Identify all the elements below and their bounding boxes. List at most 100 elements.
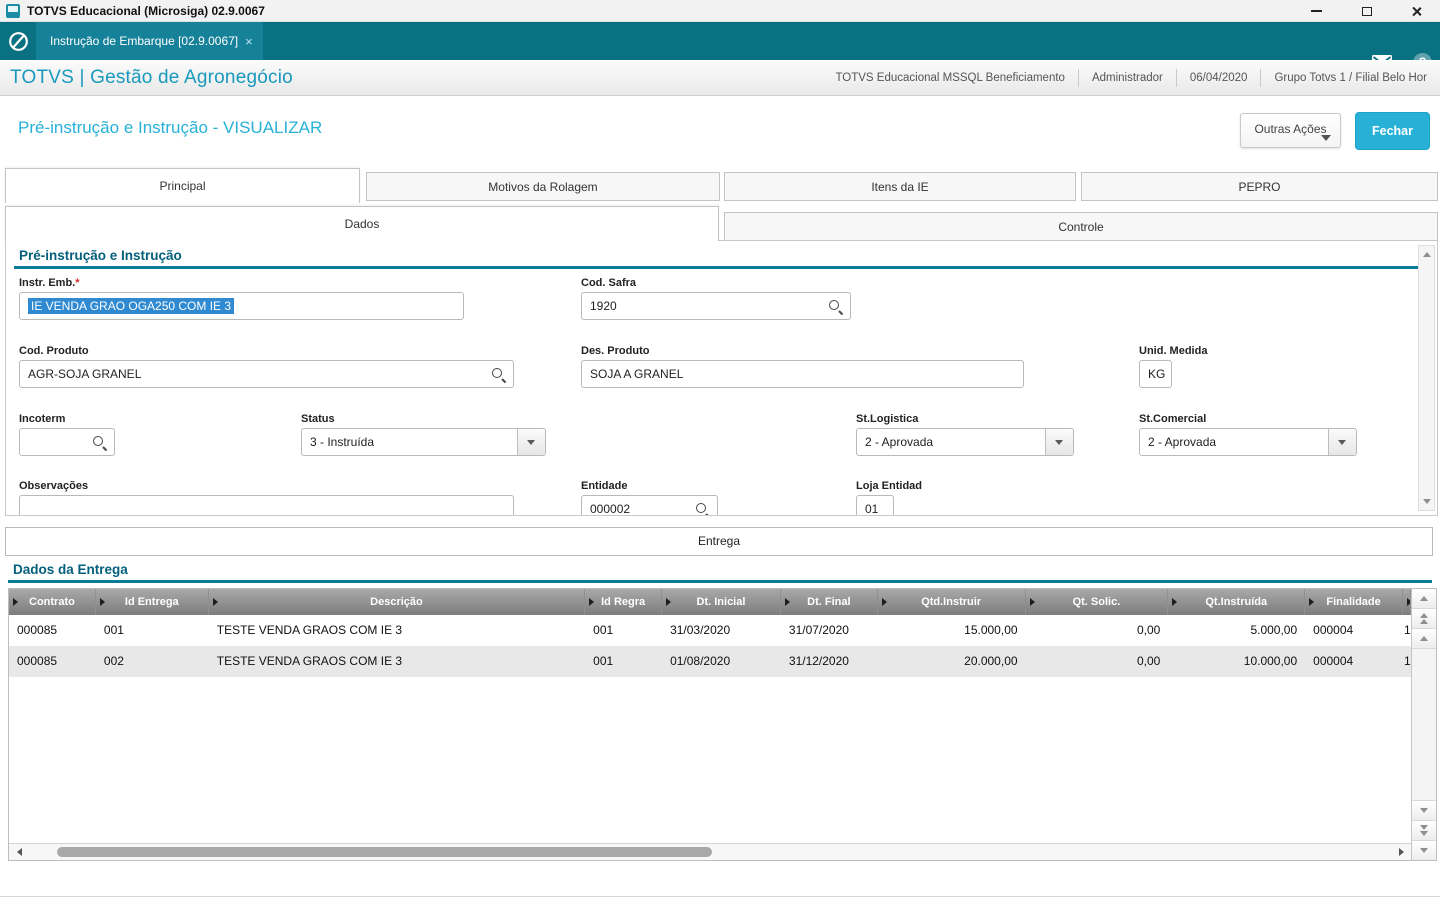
dropdown-arrow-icon[interactable] bbox=[1045, 429, 1073, 455]
search-icon[interactable] bbox=[829, 300, 843, 314]
selected-text: IE VENDA GRAO OGA250 COM IE 3 bbox=[28, 298, 234, 314]
column-header-id-entrega[interactable]: Id Entrega bbox=[96, 589, 209, 615]
entrega-grid: Contrato Id Entrega Descrição Id Regra D… bbox=[8, 588, 1437, 861]
dropdown-arrow-icon[interactable] bbox=[1328, 429, 1356, 455]
entidade-label: Entidade bbox=[581, 480, 627, 492]
tab-motivos-da-rolagem[interactable]: Motivos da Rolagem bbox=[366, 172, 720, 201]
workspace-tab-instrucao-embarque[interactable]: Instrução de Embarque [02.9.0067] × bbox=[36, 22, 263, 60]
observacoes-label: Observações bbox=[19, 480, 88, 492]
chevron-down-icon bbox=[1321, 135, 1331, 141]
column-header-clipped bbox=[1403, 589, 1411, 615]
cod-safra-label: Cod. Safra bbox=[581, 277, 636, 289]
status-label: Status bbox=[301, 413, 335, 425]
column-header-dt-inicial[interactable]: Dt. Inicial bbox=[662, 589, 781, 615]
workspace-tab-close-icon[interactable]: × bbox=[245, 34, 253, 49]
brand-title: TOTVS | Gestão de Agronegócio bbox=[10, 67, 293, 89]
cell-dt-final: 31/12/2020 bbox=[781, 646, 878, 677]
scroll-right-icon[interactable] bbox=[1393, 845, 1409, 859]
maximize-button[interactable] bbox=[1343, 0, 1390, 22]
workspace-bar: Instrução de Embarque [02.9.0067] × ? bbox=[0, 22, 1440, 60]
scroll-down-button[interactable] bbox=[1412, 800, 1436, 820]
st-logistica-label: St.Logistica bbox=[856, 413, 918, 425]
cell-clipped: 1 bbox=[1403, 646, 1411, 677]
row-up-button[interactable] bbox=[1412, 589, 1436, 609]
tab-principal[interactable]: Principal bbox=[5, 168, 360, 203]
des-produto-field[interactable]: SOJA A GRANEL bbox=[581, 360, 1024, 388]
totvs-application-window: TOTVS Educacional (Microsiga) 02.9.0067 … bbox=[0, 0, 1440, 900]
outras-acoes-button[interactable]: Outras Ações bbox=[1240, 113, 1341, 148]
st-logistica-select[interactable]: 2 - Aprovada bbox=[856, 428, 1074, 456]
search-icon[interactable] bbox=[93, 436, 107, 450]
cod-produto-field[interactable]: AGR-SOJA GRANEL bbox=[19, 360, 514, 388]
column-header-qt-solic[interactable]: Qt. Solic. bbox=[1026, 589, 1169, 615]
cell-contrato: 000085 bbox=[9, 646, 96, 677]
horizontal-scroll-thumb[interactable] bbox=[57, 847, 712, 857]
minimize-button[interactable] bbox=[1293, 0, 1340, 22]
maximize-icon bbox=[1362, 7, 1372, 16]
scroll-down-icon[interactable] bbox=[1419, 494, 1434, 509]
page-down-button[interactable] bbox=[1412, 820, 1436, 840]
column-header-qtd-instruir[interactable]: Qtd.Instruir bbox=[878, 589, 1026, 615]
column-header-qt-instruida[interactable]: Qt.Instruída bbox=[1168, 589, 1305, 615]
environment-info: TOTVS Educacional MSSQL Beneficiamento A… bbox=[822, 61, 1440, 95]
search-icon[interactable] bbox=[696, 503, 710, 516]
st-comercial-label: St.Comercial bbox=[1139, 413, 1206, 425]
tab-dados[interactable]: Dados bbox=[5, 206, 719, 241]
footer-divider bbox=[0, 896, 1440, 897]
column-header-finalidade[interactable]: Finalidade bbox=[1305, 589, 1403, 615]
minimize-icon bbox=[1311, 10, 1322, 12]
fechar-button[interactable]: Fechar bbox=[1355, 112, 1430, 150]
loja-entidad-field[interactable]: 01 bbox=[856, 495, 894, 516]
cell-contrato: 000085 bbox=[9, 615, 96, 646]
close-window-button[interactable] bbox=[1393, 0, 1440, 22]
form-panel-dados: Pré-instrução e Instrução Instr. Emb.* I… bbox=[5, 240, 1438, 516]
column-header-id-regra[interactable]: Id Regra bbox=[585, 589, 662, 615]
search-icon[interactable] bbox=[492, 368, 506, 382]
entidade-field[interactable]: 000002 bbox=[581, 495, 718, 516]
scroll-up-icon[interactable] bbox=[1419, 247, 1434, 262]
form-section-title: Pré-instrução e Instrução bbox=[19, 248, 182, 263]
table-row[interactable]: 000085 001 TESTE VENDA GRAOS COM IE 3 00… bbox=[9, 615, 1411, 646]
grid-horizontal-scrollbar[interactable] bbox=[9, 843, 1411, 860]
status-select[interactable]: 3 - Instruída bbox=[301, 428, 546, 456]
row-down-button[interactable] bbox=[1412, 840, 1436, 860]
cell-qt-solic: 0,00 bbox=[1026, 615, 1169, 646]
page-up-button[interactable] bbox=[1412, 609, 1436, 629]
tab-itens-da-ie[interactable]: Itens da IE bbox=[724, 172, 1076, 201]
cod-safra-field[interactable]: 1920 bbox=[581, 292, 851, 320]
column-header-dt-final[interactable]: Dt. Final bbox=[781, 589, 878, 615]
column-header-contrato[interactable]: Contrato bbox=[9, 589, 96, 615]
tab-controle[interactable]: Controle bbox=[724, 212, 1438, 241]
cell-id-regra: 001 bbox=[585, 615, 662, 646]
cell-id-entrega: 001 bbox=[96, 615, 209, 646]
section-rule bbox=[14, 266, 1434, 269]
grid-body: Contrato Id Entrega Descrição Id Regra D… bbox=[9, 589, 1411, 860]
form-vertical-scrollbar[interactable] bbox=[1418, 245, 1435, 511]
cell-qt-instruida: 5.000,00 bbox=[1168, 615, 1305, 646]
cell-descricao: TESTE VENDA GRAOS COM IE 3 bbox=[209, 615, 585, 646]
cell-id-regra: 001 bbox=[585, 646, 662, 677]
dropdown-arrow-icon[interactable] bbox=[517, 429, 545, 455]
cod-produto-label: Cod. Produto bbox=[19, 345, 89, 357]
window-titlebar: TOTVS Educacional (Microsiga) 02.9.0067 bbox=[0, 0, 1440, 22]
cell-finalidade: 000004 bbox=[1305, 646, 1403, 677]
scroll-left-icon[interactable] bbox=[11, 845, 27, 859]
cell-clipped: 1 bbox=[1403, 615, 1411, 646]
menu-circle-slash-icon[interactable] bbox=[8, 31, 29, 52]
incoterm-field[interactable] bbox=[19, 428, 115, 456]
unid-medida-field[interactable]: KG bbox=[1139, 360, 1172, 388]
tab-pepro[interactable]: PEPRO bbox=[1081, 172, 1438, 201]
outras-acoes-label: Outras Ações bbox=[1254, 122, 1326, 136]
app-header: TOTVS | Gestão de Agronegócio TOTVS Educ… bbox=[0, 60, 1440, 96]
system-date: 06/04/2020 bbox=[1176, 69, 1261, 87]
st-comercial-select[interactable]: 2 - Aprovada bbox=[1139, 428, 1357, 456]
observacoes-field[interactable] bbox=[19, 495, 514, 516]
instr-emb-field[interactable]: IE VENDA GRAO OGA250 COM IE 3 bbox=[19, 292, 464, 320]
column-header-descricao[interactable]: Descrição bbox=[209, 589, 585, 615]
tab-entrega[interactable]: Entrega bbox=[5, 527, 1433, 556]
workspace-tab-label: Instrução de Embarque [02.9.0067] bbox=[50, 34, 238, 48]
grid-vertical-scrollbar[interactable] bbox=[1411, 589, 1436, 860]
table-row[interactable]: 000085 002 TESTE VENDA GRAOS COM IE 3 00… bbox=[9, 646, 1411, 677]
cell-dt-inicial: 31/03/2020 bbox=[662, 615, 781, 646]
scroll-up-button[interactable] bbox=[1412, 629, 1436, 649]
